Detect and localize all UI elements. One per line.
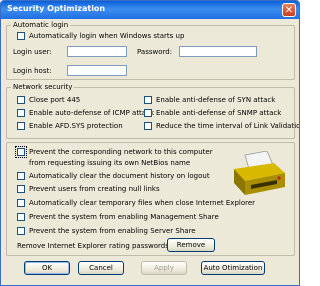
prevent-server-share-label: Prevent the system from enabling Server … — [29, 227, 196, 235]
snmp-attack-checkbox[interactable] — [144, 109, 152, 117]
ok-button[interactable]: OK — [24, 261, 70, 275]
syn-attack-checkbox[interactable] — [144, 96, 152, 104]
remove-button[interactable]: Remove — [167, 238, 215, 252]
prevent-management-share-checkbox[interactable] — [17, 213, 25, 221]
prevent-null-links-checkbox[interactable] — [17, 185, 25, 193]
close-port-445-checkbox[interactable] — [17, 96, 25, 104]
automatic-login-title: Automatic login — [11, 21, 71, 29]
remove-ie-rating-label: Remove Internet Explorer rating password… — [17, 242, 172, 250]
printer-icon — [234, 151, 285, 195]
close-port-445-label: Close port 445 — [29, 96, 81, 104]
login-user-label: Login user: — [13, 48, 52, 56]
icmp-attack-label: Enable auto-defense of ICMP attack — [29, 109, 154, 117]
link-validation-label: Reduce the time interval of Link Validat… — [156, 122, 300, 130]
prevent-netbios-label-line2: from requesting issuing its own NetBios … — [29, 159, 191, 167]
clear-ie-temp-checkbox[interactable] — [17, 199, 25, 207]
afd-protection-checkbox[interactable] — [17, 122, 25, 130]
login-user-input[interactable] — [67, 46, 127, 57]
syn-attack-label: Enable anti-defense of SYN attack — [156, 96, 276, 104]
prevent-server-share-checkbox[interactable] — [17, 227, 25, 235]
auto-login-checkbox[interactable] — [17, 32, 25, 40]
login-host-label: Login host: — [13, 67, 52, 75]
window-title: Security Optimization — [7, 4, 106, 13]
snmp-attack-label: Enable anti-defense of SNMP attack — [156, 109, 282, 117]
security-optimization-window: Security Optimization ✕ Automatic login … — [0, 0, 300, 286]
apply-button[interactable]: Apply — [141, 261, 187, 275]
icmp-attack-checkbox[interactable] — [17, 109, 25, 117]
clear-ie-temp-label: Automatically clear temporary files when… — [29, 199, 256, 207]
close-button[interactable]: ✕ — [282, 3, 296, 17]
cancel-button[interactable]: Cancel — [78, 261, 124, 275]
prevent-netbios-label-line1: Prevent the corresponding network to thi… — [29, 148, 213, 156]
link-validation-checkbox[interactable] — [144, 122, 152, 130]
close-icon: ✕ — [284, 5, 294, 16]
clear-document-history-checkbox[interactable] — [17, 172, 25, 180]
auto-login-label: Automatically login when Windows starts … — [29, 32, 185, 40]
prevent-management-share-label: Prevent the system from enabling Managem… — [29, 213, 219, 221]
login-host-input[interactable] — [67, 65, 127, 76]
password-input[interactable] — [179, 46, 257, 57]
clear-document-history-label: Automatically clear the document history… — [29, 172, 210, 180]
prevent-netbios-checkbox[interactable] — [15, 146, 27, 158]
afd-protection-label: Enable AFD.SYS protection — [29, 122, 123, 130]
network-security-title: Network security — [11, 83, 75, 91]
auto-optimization-button[interactable]: Auto Otimization — [201, 261, 265, 275]
password-label: Password: — [137, 48, 173, 56]
title-bar[interactable]: Security Optimization ✕ — [1, 1, 299, 19]
prevent-null-links-label: Prevent users from creating null links — [29, 185, 160, 193]
